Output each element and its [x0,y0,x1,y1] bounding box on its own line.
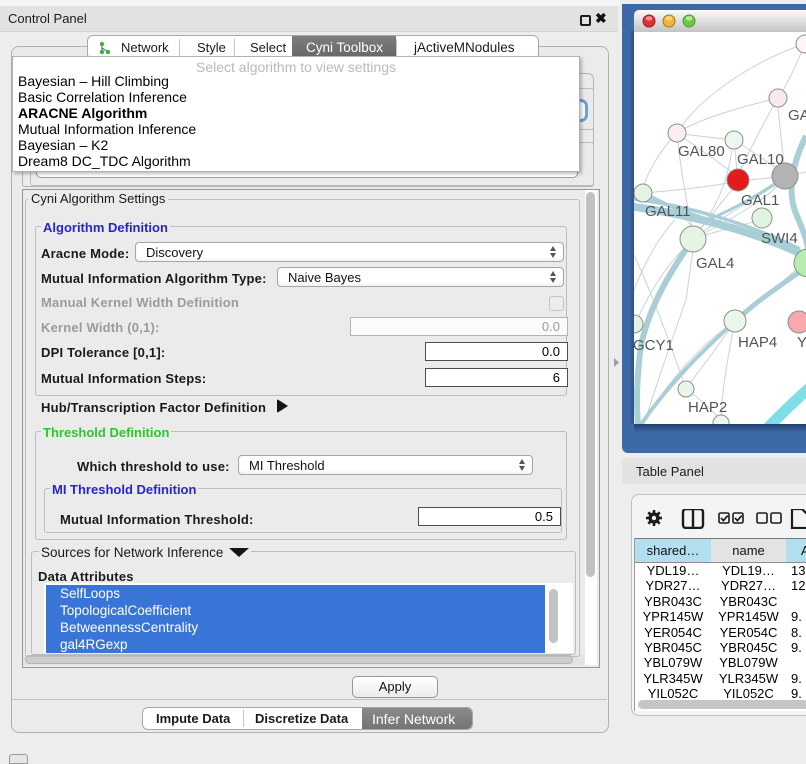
svg-text:GAL11: GAL11 [645,203,691,220]
svg-text:GAL80: GAL80 [678,143,725,160]
svg-text:GAL1: GAL1 [741,192,779,209]
svg-text:GAL7: GAL7 [788,107,806,124]
svg-text:GAL4: GAL4 [696,255,734,272]
svg-text:HAP2: HAP2 [688,399,727,416]
svg-text:SWI4: SWI4 [761,230,798,247]
svg-text:GCY1: GCY1 [634,337,674,354]
svg-text:GAL10: GAL10 [737,151,784,168]
svg-text:HAP4: HAP4 [738,334,777,351]
svg-text:YJ: YJ [797,334,806,351]
